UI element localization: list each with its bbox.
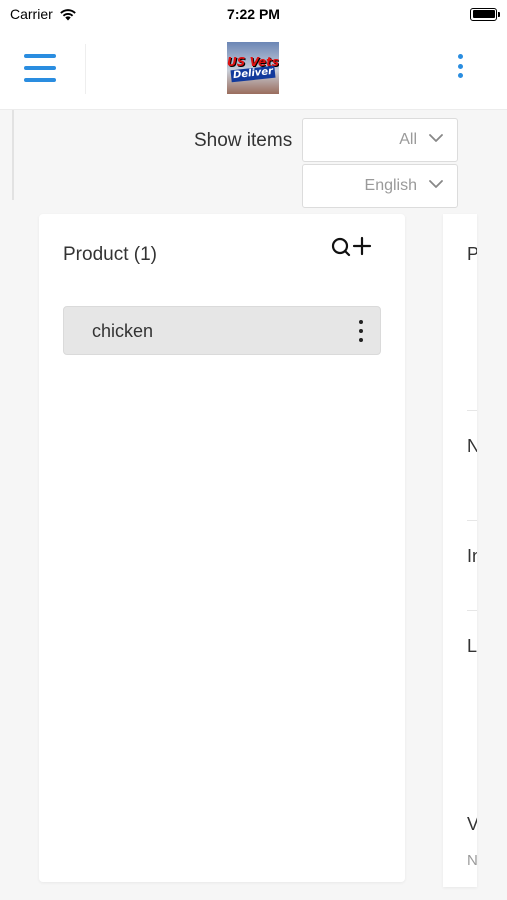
carrier-label: Carrier — [10, 6, 53, 22]
detail-peek-1: P — [467, 244, 477, 264]
wifi-icon — [59, 8, 76, 20]
status-bar: Carrier 7:22 PM — [0, 0, 507, 28]
product-panel-title: Product (1) — [63, 244, 157, 265]
product-item-label: chicken — [92, 321, 154, 341]
show-items-label: Show items — [194, 130, 293, 151]
overflow-menu-icon[interactable] — [454, 54, 466, 78]
language-select[interactable]: English — [302, 164, 458, 208]
item-options-icon[interactable] — [357, 320, 365, 342]
chevron-down-icon — [429, 134, 443, 142]
detail-peek-2: N — [467, 436, 477, 456]
hamburger-menu-icon[interactable] — [24, 54, 56, 82]
app-logo: US Vets Deliver — [227, 42, 279, 94]
detail-peek-3: In — [467, 546, 477, 566]
detail-separator — [467, 520, 477, 521]
list-item[interactable]: chicken — [63, 306, 381, 355]
left-edge-divider — [12, 110, 14, 200]
detail-peek-5: V — [467, 814, 477, 834]
detail-separator — [467, 410, 477, 411]
detail-peek-4: L — [467, 636, 477, 656]
detail-panel: P N In L V N — [443, 214, 477, 887]
status-left: Carrier — [10, 6, 77, 22]
app-header: US Vets Deliver — [0, 28, 507, 110]
detail-separator — [467, 610, 477, 611]
items-filter-select[interactable]: All — [302, 118, 458, 162]
search-add-icon[interactable] — [331, 236, 375, 260]
header-divider — [85, 44, 86, 94]
product-panel: Product (1) chicken — [39, 214, 405, 882]
battery-icon — [470, 7, 500, 21]
detail-peek-6: N — [467, 852, 477, 869]
chevron-down-icon — [429, 180, 443, 188]
main-content: Show items All English Product (1) chick… — [0, 110, 507, 900]
